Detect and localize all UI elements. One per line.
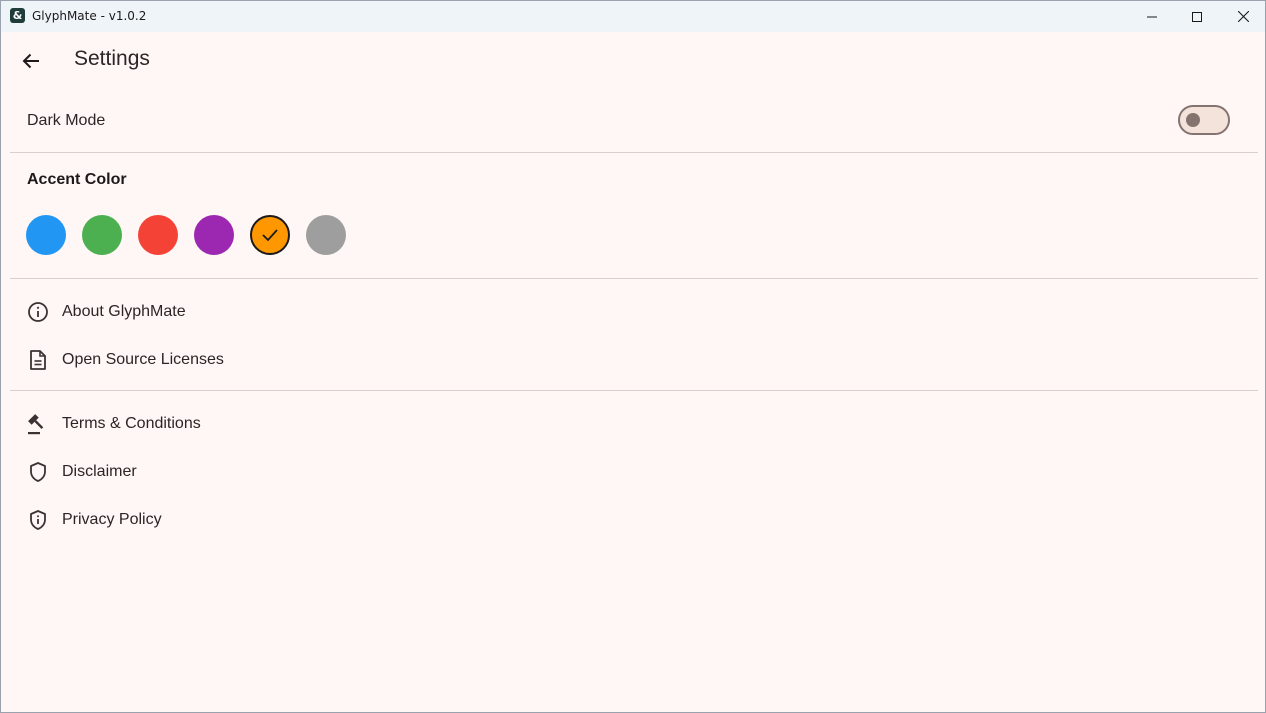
info-icon — [25, 299, 51, 325]
accent-swatch-2[interactable] — [138, 215, 178, 255]
page-title: Settings — [74, 47, 150, 70]
accent-swatch-0[interactable] — [26, 215, 66, 255]
minimize-button[interactable] — [1129, 1, 1175, 32]
check-icon — [262, 229, 278, 242]
licenses-item[interactable]: Open Source Licenses — [25, 345, 425, 375]
licenses-label: Open Source Licenses — [62, 351, 224, 368]
terms-item[interactable]: Terms & Conditions — [25, 409, 425, 439]
about-label: About GlyphMate — [62, 303, 186, 320]
dark-mode-label: Dark Mode — [27, 112, 106, 129]
accent-swatch-3[interactable] — [194, 215, 234, 255]
maximize-button[interactable] — [1174, 1, 1220, 32]
app-window: & GlyphMate - v1.0.2 Settings Dark Mode — [0, 0, 1266, 713]
gavel-icon — [25, 411, 51, 437]
accent-swatch-4[interactable] — [250, 215, 290, 255]
minimize-icon — [1147, 16, 1157, 17]
maximize-icon — [1192, 11, 1202, 22]
disclaimer-item[interactable]: Disclaimer — [25, 457, 425, 487]
document-icon — [25, 347, 51, 373]
privacy-label: Privacy Policy — [62, 511, 162, 528]
divider — [10, 152, 1258, 153]
shield-info-icon — [25, 507, 51, 533]
toggle-knob — [1186, 113, 1200, 127]
arrow-left-icon — [22, 53, 39, 69]
title-bar[interactable]: & GlyphMate - v1.0.2 — [1, 1, 1265, 32]
ampersand-app-icon: & — [10, 8, 25, 23]
accent-swatch-1[interactable] — [82, 215, 122, 255]
terms-label: Terms & Conditions — [62, 415, 201, 432]
accent-color-heading: Accent Color — [27, 171, 127, 188]
about-item[interactable]: About GlyphMate — [25, 297, 425, 327]
back-button[interactable] — [15, 45, 47, 77]
shield-icon — [25, 459, 51, 485]
divider — [10, 278, 1258, 279]
divider — [10, 390, 1258, 391]
window-title: GlyphMate - v1.0.2 — [32, 9, 147, 23]
close-button[interactable] — [1220, 1, 1265, 32]
accent-swatch-5[interactable] — [306, 215, 346, 255]
close-icon — [1237, 11, 1249, 22]
dark-mode-toggle[interactable] — [1178, 105, 1230, 135]
privacy-item[interactable]: Privacy Policy — [25, 505, 425, 535]
disclaimer-label: Disclaimer — [62, 463, 137, 480]
